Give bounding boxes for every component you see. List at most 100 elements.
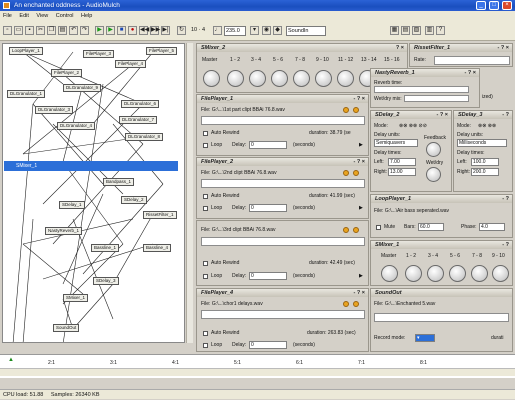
node-fileplayer-5[interactable]: FilePlayer_5	[146, 47, 178, 55]
play-icon[interactable]: ▶	[95, 26, 104, 35]
node-bassline-4[interactable]: Bassline_4	[143, 244, 172, 252]
node-sdelay-2[interactable]: SDelay_2	[121, 196, 147, 204]
ch-knob-3[interactable]	[271, 70, 288, 87]
view-patcher-icon[interactable]: ▦	[390, 26, 399, 35]
ch-knob-5[interactable]	[315, 70, 332, 87]
view-help-icon[interactable]: ?	[436, 26, 445, 35]
record-icon[interactable]: ●	[128, 26, 137, 35]
sd2-wet-dry-knob[interactable]	[426, 167, 441, 182]
lp-mute-checkbox[interactable]	[376, 225, 381, 230]
so-file[interactable]: File: G:\...\Enchanted 5.wav	[374, 301, 435, 307]
fp3-position-slider[interactable]	[201, 237, 365, 246]
rewind-icon[interactable]: ◀◀	[139, 26, 149, 35]
ch-knob-4[interactable]	[293, 70, 310, 87]
node-dlgranulator-8[interactable]: DLGranulator_8	[125, 133, 164, 141]
save-icon[interactable]: ▪	[25, 26, 34, 35]
copy-icon[interactable]: ❐	[47, 26, 56, 35]
sm1-knob-3[interactable]	[449, 265, 466, 282]
node-fileplayer-3[interactable]: FilePlayer_3	[83, 50, 115, 58]
fast-forward-icon[interactable]: ▶▶	[150, 26, 160, 35]
sd2-units-select[interactable]: Semiquavers	[374, 139, 418, 147]
fp4-file[interactable]: File: G:\...\chor1 delays.wav	[201, 301, 263, 307]
timeline-scrollbar[interactable]	[0, 368, 515, 376]
view-parameters-icon[interactable]: ▤	[401, 26, 410, 35]
sd2-right-field[interactable]: 13.00	[388, 168, 416, 176]
node-dlgranulator-1[interactable]: DLGranulator_1	[7, 90, 46, 98]
risset-rate-slider[interactable]	[434, 56, 510, 65]
fp1-file[interactable]: File: G:\...\1st part clipt BBAi 76.8.wa…	[201, 107, 285, 113]
node-rissetfilter-1[interactable]: RissetFilter_1	[143, 211, 177, 219]
so-position-slider[interactable]	[374, 313, 509, 322]
paste-icon[interactable]: ▤	[58, 26, 67, 35]
node-loopplayer-1[interactable]: LoopPlayer_1	[9, 47, 43, 55]
patcher-canvas[interactable]: LoopPlayer_1 FilePlayer_3 FilePlayer_5 F…	[2, 43, 185, 343]
fp2-file[interactable]: File: G:\...\2nd clipt BBAi 76.8.wav	[201, 170, 277, 176]
sm1-knob-2[interactable]	[427, 265, 444, 282]
lp-bars-field[interactable]: 60.0	[418, 223, 444, 231]
node-dlgranulator-9[interactable]: DLGranulator_9	[63, 84, 102, 92]
fp3-file[interactable]: File: G:\...\3rd clipt BBAi 76.8.wav	[201, 227, 275, 233]
fp4-loop-checkbox[interactable]	[203, 343, 208, 348]
fp2-auto-rewind-checkbox[interactable]	[203, 194, 208, 199]
sequencer-timeline[interactable]: ▲ 2:1 3:1 4:1 5:1 6:1 7:1 8:1	[0, 354, 515, 378]
sd2-feedback-knob[interactable]	[426, 142, 441, 157]
reverb-time-slider[interactable]	[374, 86, 469, 93]
loop-icon[interactable]: ↻	[177, 26, 186, 35]
node-soundout[interactable]: SoundOut	[53, 324, 80, 332]
sync-icon[interactable]: ◉	[262, 26, 271, 35]
fp3-play-icon[interactable]: ▶	[359, 273, 363, 279]
fp4-open-icon[interactable]	[343, 301, 349, 307]
node-bandpass-1[interactable]: Bandpass_1	[103, 178, 135, 186]
fp4-auto-rewind-checkbox[interactable]	[203, 331, 208, 336]
node-dlgranulator-4[interactable]: DLGranulator_4	[57, 122, 96, 130]
fp1-delay-field[interactable]: 0	[249, 141, 287, 149]
node-sdelay-3[interactable]: SDelay_3	[93, 277, 119, 285]
minimize-button[interactable]: _	[476, 1, 486, 10]
fp4-edit-icon[interactable]	[353, 301, 359, 307]
sd2-left-field[interactable]: 7.00	[388, 158, 416, 166]
sd3-mode-icons[interactable]: ⊗⊗ ⊗⊗	[478, 123, 496, 129]
undo-icon[interactable]: ↶	[69, 26, 78, 35]
patcher-scrollbar[interactable]	[186, 43, 193, 343]
ch-knob-6[interactable]	[337, 70, 354, 87]
maximize-button[interactable]: □	[489, 1, 499, 10]
menu-file[interactable]: File	[3, 13, 12, 19]
fp3-loop-checkbox[interactable]	[203, 274, 208, 279]
fp1-loop-checkbox[interactable]	[203, 143, 208, 148]
metronome-icon[interactable]: ♩	[213, 26, 222, 35]
node-fileplayer-2[interactable]: FilePlayer_2	[51, 69, 83, 77]
sound-input-select[interactable]: SoundIn	[286, 26, 326, 36]
sd3-units-select[interactable]: Milliseconds	[457, 139, 507, 147]
tempo-field[interactable]: 235.0	[224, 26, 246, 36]
node-dlgranulator-6[interactable]: DLGranulator_6	[121, 100, 160, 108]
tempo-down-icon[interactable]: ▾	[250, 26, 259, 35]
play-from-start-icon[interactable]: ▶	[106, 26, 115, 35]
menu-control[interactable]: Control	[56, 13, 74, 19]
ch-knob-1[interactable]	[227, 70, 244, 87]
menu-help[interactable]: Help	[81, 13, 92, 19]
fp1-auto-rewind-checkbox[interactable]	[203, 131, 208, 136]
fp3-delay-field[interactable]: 0	[249, 272, 287, 280]
menu-edit[interactable]: Edit	[19, 13, 28, 19]
skip-end-icon[interactable]: ▶|	[161, 26, 170, 35]
master-knob[interactable]	[203, 70, 220, 87]
fp2-edit-icon[interactable]	[353, 170, 359, 176]
fp1-open-icon[interactable]	[343, 107, 349, 113]
lp-file[interactable]: File: G:\...\Air bass seperated.wav	[374, 208, 449, 214]
fp1-position-slider[interactable]	[201, 116, 365, 125]
window-titlebar[interactable]: An enchanted oddness - AudioMulch	[0, 0, 515, 11]
fp2-play-icon[interactable]: ▶	[359, 205, 363, 211]
fp3-open-icon[interactable]	[343, 227, 349, 233]
close-button[interactable]: ×	[502, 1, 512, 10]
so-record-mode-select[interactable]: ▾	[415, 334, 435, 342]
sd3-left-field[interactable]: 100.0	[471, 158, 499, 166]
node-dlgranulator-3[interactable]: DLGranulator_3	[35, 106, 74, 114]
fp2-position-slider[interactable]	[201, 179, 365, 188]
sm1-master-knob[interactable]	[381, 265, 398, 282]
menu-view[interactable]: View	[36, 13, 48, 19]
node-sdelay-1[interactable]: SDelay_1	[59, 201, 85, 209]
sm1-knob-1[interactable]	[405, 265, 422, 282]
node-bassline-1[interactable]: Bassline_1	[91, 244, 120, 252]
fp2-loop-checkbox[interactable]	[203, 206, 208, 211]
fp1-edit-icon[interactable]	[353, 107, 359, 113]
